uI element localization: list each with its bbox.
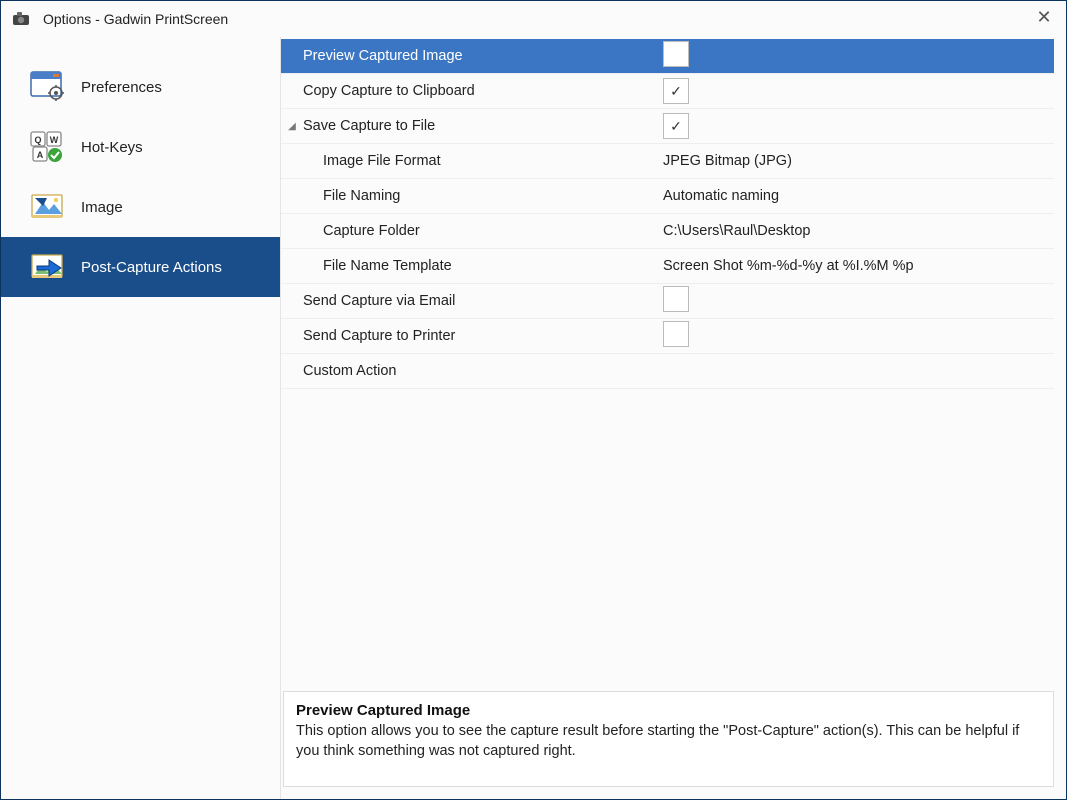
sidebar-item-label: Post-Capture Actions: [81, 259, 222, 276]
sidebar-item-label: Preferences: [81, 79, 162, 96]
expand-collapse-icon[interactable]: ◢: [281, 121, 303, 132]
checkbox-send-printer[interactable]: [663, 321, 689, 347]
option-send-email[interactable]: Send Capture via Email: [281, 284, 1054, 319]
option-label: Preview Captured Image: [303, 48, 661, 64]
svg-text:Q: Q: [34, 135, 41, 145]
option-label: File Naming: [281, 188, 661, 204]
image-icon: [29, 187, 69, 227]
option-preview-captured-image[interactable]: Preview Captured Image: [281, 39, 1054, 74]
option-label: Send Capture to Printer: [303, 328, 661, 344]
sidebar-item-hotkeys[interactable]: Q W A Hot-Keys: [1, 117, 280, 177]
checkbox-copy-clipboard[interactable]: ✓: [663, 78, 689, 104]
option-custom-action[interactable]: Custom Action: [281, 354, 1054, 389]
checkbox-save-to-file[interactable]: ✓: [663, 113, 689, 139]
checkbox-send-email[interactable]: [663, 286, 689, 312]
option-label: Image File Format: [281, 153, 661, 169]
option-file-name-template[interactable]: File Name Template Screen Shot %m-%d-%y …: [281, 249, 1054, 284]
options-list: Preview Captured Image Copy Capture to C…: [281, 37, 1054, 685]
option-label: Custom Action: [303, 363, 661, 379]
checkbox-preview-captured-image[interactable]: [663, 41, 689, 67]
body: Preferences Q W A Hot-Keys: [1, 37, 1066, 799]
description-body: This option allows you to see the captur…: [296, 721, 1041, 762]
option-save-to-file[interactable]: ◢ Save Capture to File ✓: [281, 109, 1054, 144]
option-capture-folder[interactable]: Capture Folder C:\Users\Raul\Desktop: [281, 214, 1054, 249]
option-label: Send Capture via Email: [303, 293, 661, 309]
option-value: C:\Users\Raul\Desktop: [661, 223, 1054, 239]
main-panel: Preview Captured Image Copy Capture to C…: [280, 37, 1066, 799]
option-value: Automatic naming: [661, 188, 1054, 204]
option-send-printer[interactable]: Send Capture to Printer: [281, 319, 1054, 354]
hotkeys-icon: Q W A: [29, 127, 69, 167]
titlebar: Options - Gadwin PrintScreen ✕: [1, 1, 1066, 37]
sidebar-item-post-capture-actions[interactable]: Post-Capture Actions: [1, 237, 280, 297]
window-title: Options - Gadwin PrintScreen: [43, 11, 228, 27]
svg-text:A: A: [37, 150, 44, 160]
description-panel: Preview Captured Image This option allow…: [283, 691, 1054, 787]
option-value: Screen Shot %m-%d-%y at %I.%M %p: [661, 258, 1054, 274]
postcapture-icon: [29, 247, 69, 287]
option-label: Save Capture to File: [303, 118, 661, 134]
description-title: Preview Captured Image: [296, 702, 1041, 719]
close-button[interactable]: ✕: [1034, 7, 1054, 27]
sidebar: Preferences Q W A Hot-Keys: [1, 37, 280, 799]
option-file-naming[interactable]: File Naming Automatic naming: [281, 179, 1054, 214]
option-copy-clipboard[interactable]: Copy Capture to Clipboard ✓: [281, 74, 1054, 109]
app-icon: [11, 9, 31, 29]
sidebar-item-label: Hot-Keys: [81, 139, 143, 156]
sidebar-item-preferences[interactable]: Preferences: [1, 57, 280, 117]
option-label: Copy Capture to Clipboard: [303, 83, 661, 99]
sidebar-item-label: Image: [81, 199, 123, 216]
svg-text:W: W: [50, 135, 59, 145]
option-label: File Name Template: [281, 258, 661, 274]
option-image-file-format[interactable]: Image File Format JPEG Bitmap (JPG): [281, 144, 1054, 179]
sidebar-item-image[interactable]: Image: [1, 177, 280, 237]
preferences-icon: [29, 67, 69, 107]
option-value: JPEG Bitmap (JPG): [661, 153, 1054, 169]
option-label: Capture Folder: [281, 223, 661, 239]
